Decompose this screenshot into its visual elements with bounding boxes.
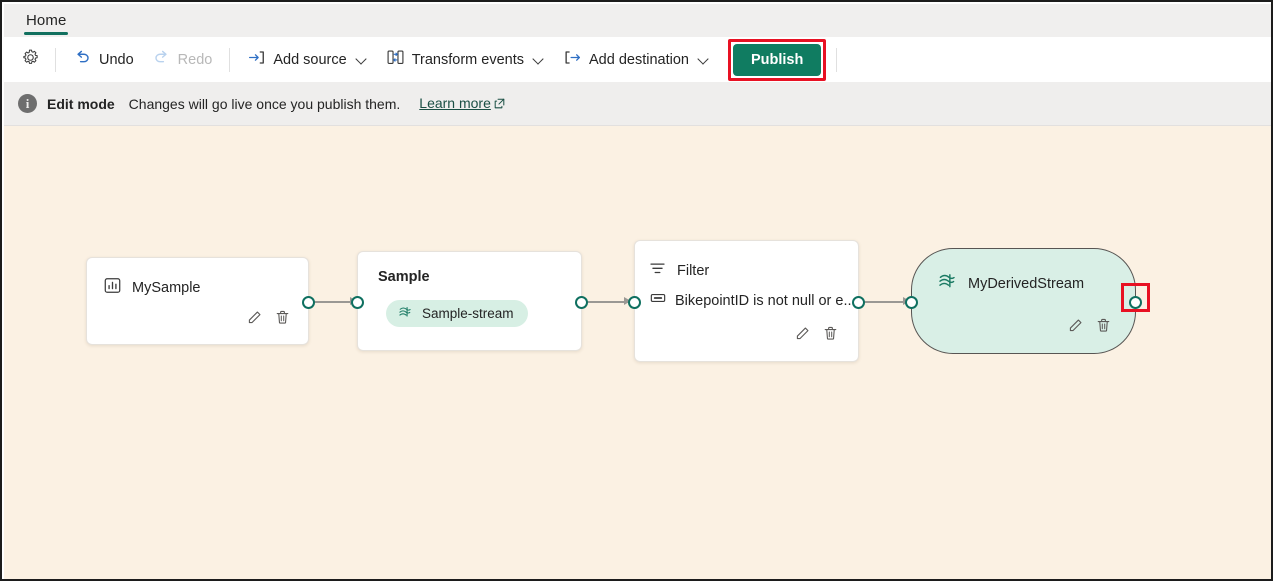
gear-icon — [21, 48, 40, 71]
chevron-down-icon — [699, 54, 710, 65]
redo-label: Redo — [177, 51, 213, 68]
field-icon — [649, 289, 667, 312]
add-destination-button[interactable]: Add destination — [554, 44, 719, 76]
node-sample-stream-pill[interactable]: Sample-stream — [386, 300, 528, 327]
publish-button-label: Publish — [750, 51, 804, 68]
redo-button[interactable]: Redo — [143, 44, 222, 76]
add-destination-label: Add destination — [588, 51, 689, 68]
node-myderivedstream-actions — [1067, 317, 1112, 339]
delete-icon[interactable] — [822, 325, 839, 347]
node-filter-condition: BikepointID is not null or e... — [649, 289, 856, 312]
undo-button[interactable]: Undo — [64, 44, 143, 76]
external-link-icon — [494, 96, 505, 112]
add-source-button[interactable]: Add source — [238, 44, 376, 76]
node-mysample[interactable]: MySample — [86, 257, 315, 345]
tab-home-label: Home — [26, 12, 67, 29]
arrow-into-bracket-icon — [247, 48, 266, 71]
node-filter[interactable]: Filter BikepointID is not null or e... — [628, 240, 865, 362]
node-myderivedstream-input-port[interactable] — [905, 296, 918, 309]
stream-icon — [397, 304, 413, 323]
node-sample-input-port[interactable] — [351, 296, 364, 309]
node-filter-title: Filter — [677, 263, 710, 279]
learn-more-label: Learn more — [419, 95, 491, 111]
chevron-down-icon — [357, 54, 368, 65]
node-filter-actions — [794, 325, 839, 347]
undo-icon — [73, 48, 92, 71]
bracket-arrow-out-icon — [563, 48, 582, 71]
undo-label: Undo — [99, 51, 134, 68]
info-icon: i — [18, 94, 37, 113]
edit-icon[interactable] — [246, 309, 263, 331]
edit-icon[interactable] — [794, 325, 811, 347]
publish-button[interactable]: Publish — [732, 43, 822, 76]
connector-filter-to-derivedstream — [864, 297, 910, 306]
node-myderivedstream[interactable]: MyDerivedStream — [905, 248, 1142, 354]
node-mysample-title: MySample — [132, 280, 201, 296]
node-sample-output-port[interactable] — [575, 296, 588, 309]
stream-icon — [936, 270, 958, 297]
tab-home-selected-indicator — [24, 32, 68, 35]
node-sample-title: Sample — [378, 269, 430, 285]
node-mysample-header: MySample — [103, 276, 201, 300]
transform-events-button[interactable]: Transform events — [377, 44, 554, 76]
node-filter-output-port[interactable] — [852, 296, 865, 309]
node-sample-stream-label: Sample-stream — [422, 306, 514, 321]
edit-mode-title: Edit mode — [47, 95, 115, 112]
node-filter-input-port[interactable] — [628, 296, 641, 309]
node-filter-condition-label: BikepointID is not null or e... — [675, 292, 856, 309]
connector-mysample-to-sample — [314, 297, 357, 306]
delete-icon[interactable] — [1095, 317, 1112, 339]
settings-button[interactable] — [14, 44, 47, 76]
command-toolbar: Undo Redo Add source Transform events Ad… — [4, 37, 1271, 82]
redo-icon — [152, 48, 171, 71]
edit-mode-message: Changes will go live once you publish th… — [128, 95, 401, 112]
node-myderivedstream-header: MyDerivedStream — [936, 270, 1084, 297]
info-icon-glyph: i — [25, 95, 30, 111]
toolbar-separator-3 — [836, 47, 838, 72]
chevron-down-icon — [534, 54, 545, 65]
eventstream-editor-window: Home Undo Redo Add source Transform even… — [0, 0, 1273, 581]
chart-source-icon — [103, 276, 122, 300]
connector-sample-to-filter — [587, 297, 631, 306]
node-mysample-actions — [246, 309, 291, 331]
node-mysample-output-port[interactable] — [302, 296, 315, 309]
learn-more-link[interactable]: Learn more — [419, 95, 505, 112]
publish-button-wrapper: Publish — [727, 38, 827, 81]
filter-icon — [648, 259, 667, 283]
transform-events-icon — [386, 48, 405, 71]
node-myderivedstream-output-port[interactable] — [1129, 296, 1142, 309]
ribbon-tabstrip: Home — [4, 4, 1271, 37]
node-filter-header: Filter — [648, 259, 709, 283]
node-sample[interactable]: Sample Sample-stream — [351, 251, 588, 351]
eventstream-canvas[interactable]: MySample Sample Sample-stream Filter Bik… — [4, 126, 1271, 579]
node-myderivedstream-title: MyDerivedStream — [968, 275, 1085, 292]
edit-mode-infobar: i Edit mode Changes will go live once yo… — [4, 82, 1271, 126]
transform-events-label: Transform events — [411, 51, 524, 68]
edit-icon[interactable] — [1067, 317, 1084, 339]
toolbar-separator-1 — [55, 47, 56, 72]
add-source-label: Add source — [273, 51, 347, 68]
toolbar-separator-2 — [229, 47, 231, 72]
delete-icon[interactable] — [274, 309, 291, 331]
